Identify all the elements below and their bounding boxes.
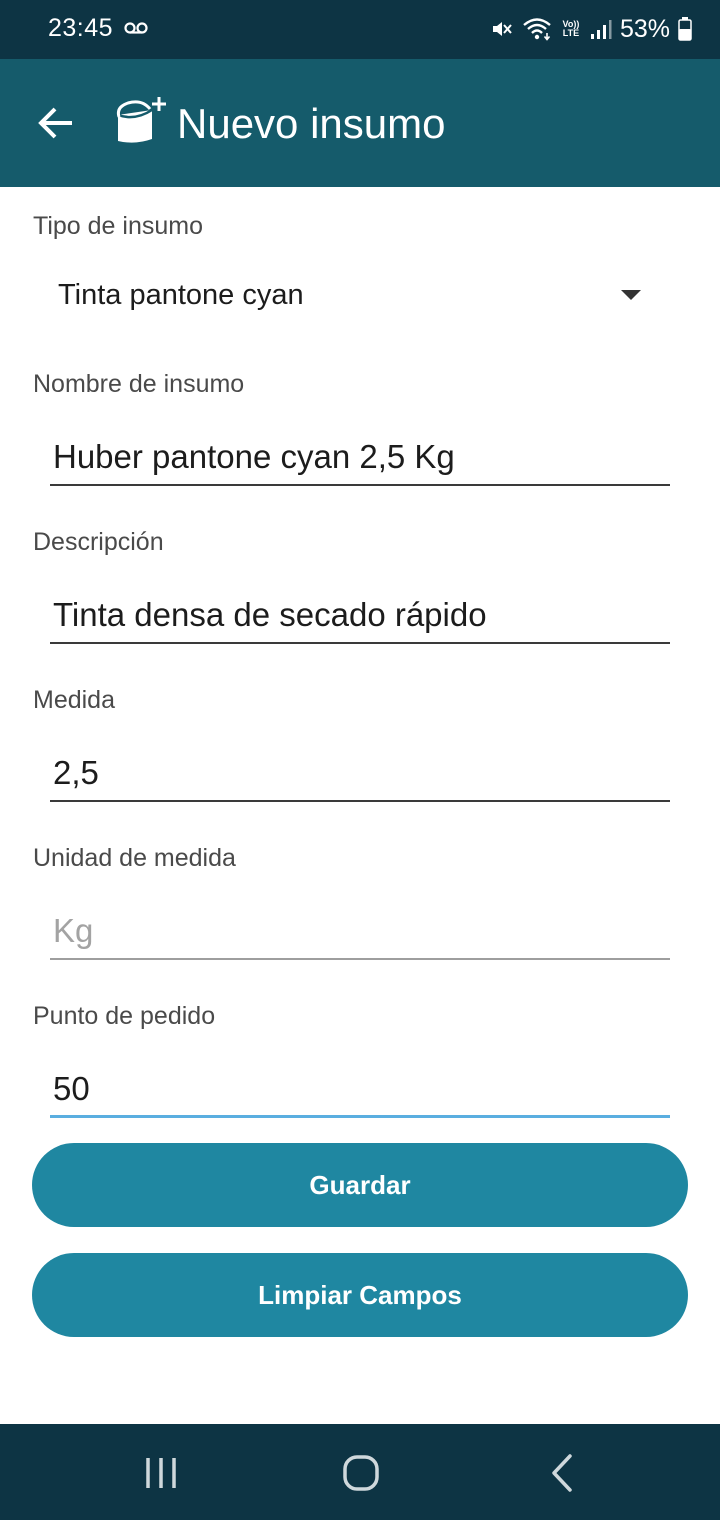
tipo-insumo-value: Tinta pantone cyan <box>58 279 304 311</box>
descripcion-value: Tinta densa de secado rápido <box>53 596 487 633</box>
guardar-button[interactable]: Guardar <box>32 1143 688 1227</box>
mute-icon <box>492 22 512 36</box>
network-type-label: Vo)) LTE <box>562 19 580 38</box>
unidad-medida-input: Kg <box>50 900 670 960</box>
medida-label: Medida <box>33 686 115 714</box>
status-time: 23:45 <box>48 14 114 42</box>
navigation-bar <box>0 1424 720 1520</box>
voicemail-icon <box>124 22 148 34</box>
dropdown-arrow-icon <box>621 290 641 300</box>
medida-input[interactable]: 2,5 <box>50 742 670 802</box>
app-bar: Nuevo insumo <box>0 59 720 187</box>
battery-icon <box>678 17 692 41</box>
tipo-insumo-label: Tipo de insumo <box>33 212 203 240</box>
tipo-insumo-dropdown[interactable]: Tinta pantone cyan <box>33 265 663 329</box>
nombre-insumo-label: Nombre de insumo <box>33 370 245 398</box>
recent-apps-icon[interactable] <box>136 1448 186 1498</box>
signal-icon <box>590 20 612 39</box>
screen: 23:45 Vo)) LTE 53% Nuevo insumo Tipo de … <box>0 0 720 1520</box>
punto-pedido-value: 50 <box>53 1070 90 1107</box>
punto-pedido-input[interactable]: 50 <box>50 1058 670 1118</box>
battery-percent: 53% <box>619 14 670 43</box>
unidad-medida-label: Unidad de medida <box>33 844 236 872</box>
descripcion-label: Descripción <box>33 528 164 556</box>
nombre-insumo-value: Huber pantone cyan 2,5 Kg <box>53 438 455 475</box>
paint-bucket-add-icon <box>116 97 166 143</box>
descripcion-input[interactable]: Tinta densa de secado rápido <box>50 584 670 644</box>
nombre-insumo-input[interactable]: Huber pantone cyan 2,5 Kg <box>50 426 670 486</box>
home-icon[interactable] <box>336 1448 386 1498</box>
punto-pedido-label: Punto de pedido <box>33 1002 216 1030</box>
status-bar: 23:45 Vo)) LTE 53% <box>0 0 720 59</box>
medida-value: 2,5 <box>53 754 99 791</box>
wifi-icon <box>523 18 551 41</box>
status-icons: Vo)) LTE 53% <box>490 12 692 46</box>
unidad-medida-value: Kg <box>53 912 94 949</box>
nav-back-icon[interactable] <box>538 1448 588 1498</box>
limpiar-campos-button[interactable]: Limpiar Campos <box>32 1253 688 1337</box>
page-title: Nuevo insumo <box>177 100 446 147</box>
back-arrow-icon[interactable] <box>36 103 76 143</box>
